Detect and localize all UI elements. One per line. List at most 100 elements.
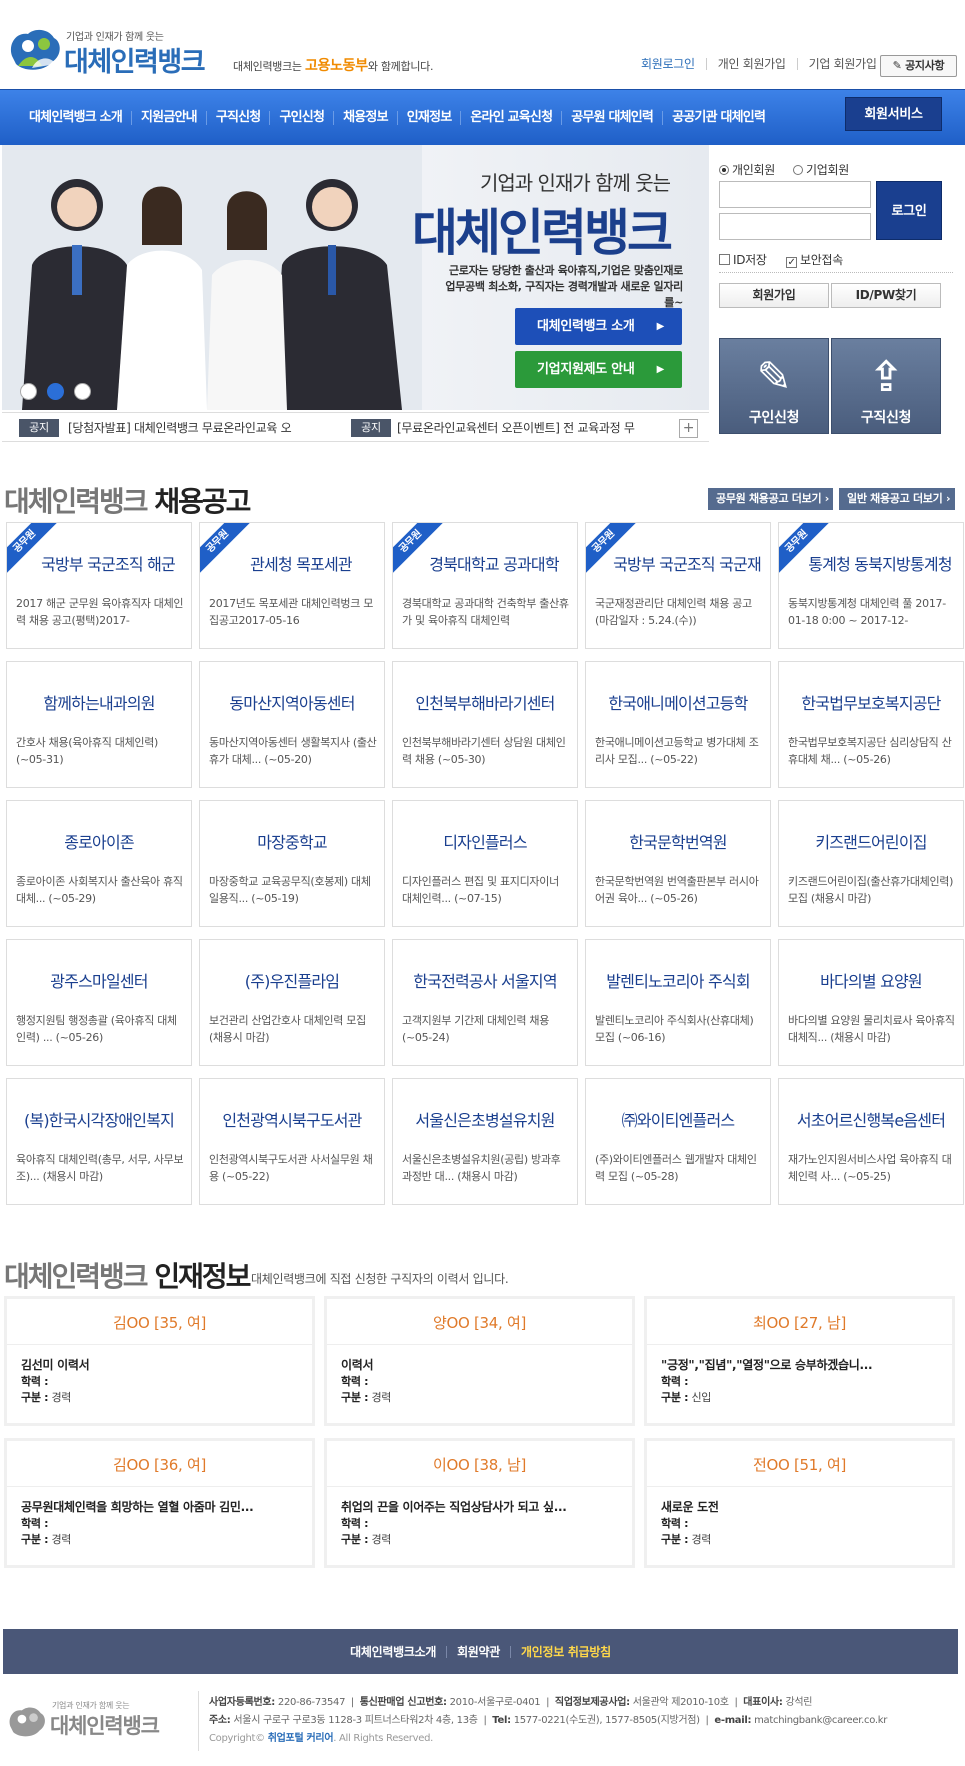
job-card-title[interactable]: 관세청 목포세관 [200, 551, 384, 575]
talent-card[interactable]: 최OO [27, 남] "긍정","집념","열정"으로 승부하겠습니... 학력 … [644, 1296, 955, 1426]
join-button[interactable]: 회원가입 [719, 283, 829, 308]
nav-subsidy[interactable]: 지원금안내 [131, 111, 206, 125]
job-card-title[interactable]: 발렌티노코리아 주식회 [586, 968, 770, 992]
general-jobs-more-button[interactable]: 일반 채용공고 더보기 › [839, 488, 955, 510]
job-card-title[interactable]: 바다의별 요양원 [779, 968, 963, 992]
job-card[interactable]: 인천북부해바라기센터 인천북부해바라기센터 상담원 대체인력 채용 (~05-30… [392, 661, 578, 788]
job-card[interactable]: 종로아이존 종로아이존 사회복지사 출산육아 휴직 대체... (~05-29) [6, 800, 192, 927]
nav-online-edu[interactable]: 온라인 교육신청 [460, 111, 561, 125]
job-card-title[interactable]: 한국전력공사 서울지역 [393, 968, 577, 992]
notice-item[interactable]: [무료온라인교육센터 오픈이벤트] 전 교육과정 무 [397, 419, 659, 436]
nav-talent-info[interactable]: 인재정보 [396, 111, 461, 125]
talent-card[interactable]: 김OO [35, 여] 김선미 이력서 학력 : 구분 : 경력 [4, 1296, 315, 1426]
job-card-title[interactable]: 한국문학번역원 [586, 829, 770, 853]
talent-resume-title[interactable]: 공무원대체인력을 희망하는 열혈 아줌마 김민... [21, 1498, 254, 1515]
notice-button[interactable]: ✎ 공지사항 [880, 55, 957, 77]
job-card[interactable]: 광주스마일센터 행정지원팀 행정총괄 (육아휴직 대체인력) ... (~05-2… [6, 939, 192, 1066]
slide-dot-2[interactable] [47, 383, 64, 400]
nav-job-seek[interactable]: 구직신청 [205, 111, 270, 125]
nav-job-info[interactable]: 채용정보 [333, 111, 397, 125]
nav-recruit[interactable]: 구인신청 [269, 111, 333, 125]
job-card-title[interactable]: 경북대학교 공과대학 [393, 551, 577, 575]
find-id-pw-button[interactable]: ID/PW찾기 [831, 283, 941, 308]
job-card[interactable]: 함께하는내과의원 간호사 채용(육아휴직 대체인력) (~05-31) [6, 661, 192, 788]
job-card[interactable]: 공무원 국방부 국군조직 국군재 국군재정관리단 대체인력 채용 공고(마감일자 :… [585, 522, 771, 649]
job-card[interactable]: 인천광역시북구도서관 인천광역시북구도서관 사서실무원 채용 (~05-22) [199, 1078, 385, 1205]
job-card-title[interactable]: 광주스마일센터 [7, 968, 191, 992]
save-id-checkbox[interactable]: ID저장 [719, 251, 767, 268]
job-card-title[interactable]: ㈜와이티엔플러스 [586, 1107, 770, 1131]
job-card[interactable]: 서울신은초병설유치원 서울신은초병설유치원(공립) 방과후과정반 대... (채용… [392, 1078, 578, 1205]
job-apply-button[interactable]: ⇪ 구직신청 [831, 338, 941, 434]
job-card-title[interactable]: (복)한국시각장애인복지 [7, 1107, 191, 1131]
talent-resume-title[interactable]: 새로운 도전 [661, 1498, 719, 1515]
job-card[interactable]: 발렌티노코리아 주식회 발렌티노코리아 주식회사(산휴대체) 모집 (~06-16… [585, 939, 771, 1066]
job-card-title[interactable]: 동마산지역아동센터 [200, 690, 384, 714]
job-card-title[interactable]: 국방부 국군조직 해군 [7, 551, 191, 575]
job-card[interactable]: 한국문학번역원 한국문학번역원 번역출판본부 러시아어권 육아... (~05-2… [585, 800, 771, 927]
job-card-title[interactable]: 서초어르신행복e음센터 [779, 1107, 963, 1131]
job-card[interactable]: 한국법무보호복지공단 한국법무보호복지공단 심리상담직 산휴대체 채... (~0… [778, 661, 964, 788]
password-input[interactable] [719, 213, 871, 240]
site-logo[interactable]: 기업과 인재가 함께 웃는 대체인력뱅크 [6, 22, 226, 80]
talent-resume-title[interactable]: 취업의 끈을 이어주는 직업상담사가 되고 싶... [341, 1498, 567, 1515]
member-login-link[interactable]: 회원로그인 [630, 58, 706, 70]
job-card[interactable]: 디자인플러스 디자인플러스 편집 및 표지디자이너 대체인력... (~07-15… [392, 800, 578, 927]
job-card-title[interactable]: 인천광역시북구도서관 [200, 1107, 384, 1131]
personal-join-link[interactable]: 개인 회원가입 [705, 58, 797, 70]
secure-login-checkbox[interactable]: ✓ 보안접속 [786, 251, 843, 268]
job-card-title[interactable]: 함께하는내과의원 [7, 690, 191, 714]
talent-resume-title[interactable]: "긍정","집념","열정"으로 승부하겠습니... [661, 1356, 873, 1373]
hero-support-button[interactable]: 기업지원제도 안내 ▶ [515, 351, 682, 388]
nav-intro[interactable]: 대체인력뱅크 소개 [20, 111, 131, 125]
job-card[interactable]: 공무원 통계청 동북지방통계청 동북지방통계청 대체인력 풀 2017-01-18 … [778, 522, 964, 649]
job-card-title[interactable]: 디자인플러스 [393, 829, 577, 853]
nav-public-agency[interactable]: 공공기관 대체인력 [662, 111, 774, 125]
talent-resume-title[interactable]: 김선미 이력서 [21, 1356, 90, 1373]
job-card[interactable]: 키즈랜드어린이집 키즈랜드어린이집(출산휴가대체인력) 모집 (채용시 마감) [778, 800, 964, 927]
job-card-title[interactable]: 서울신은초병설유치원 [393, 1107, 577, 1131]
radio-company[interactable]: 기업회원 [793, 161, 849, 178]
radio-personal[interactable]: 개인회원 [719, 161, 775, 178]
job-card[interactable]: 한국애니메이션고등학 한국애니메이션고등학교 병가대체 조리사 모집... (~0… [585, 661, 771, 788]
job-card[interactable]: 한국전력공사 서울지역 고객지원부 기간제 대체인력 채용 (~05-24) [392, 939, 578, 1066]
job-card-title[interactable]: 인천북부해바라기센터 [393, 690, 577, 714]
job-card[interactable]: ㈜와이티엔플러스 (주)와이티엔플러스 웹개발자 대체인력 모집 (~05-28) [585, 1078, 771, 1205]
id-input[interactable] [719, 181, 871, 208]
hero-intro-button[interactable]: 대체인력뱅크 소개 ▶ [515, 308, 682, 345]
job-card[interactable]: 공무원 국방부 국군조직 해군 2017 해군 군무원 육아휴직자 대체인력 채용 … [6, 522, 192, 649]
notice-item[interactable]: [당첨자발표] 대체인력뱅크 무료온라인교육 오 [68, 419, 318, 436]
footer-intro-link[interactable]: 대체인력뱅크소개 [340, 1646, 446, 1658]
footer-privacy-link[interactable]: 개인정보 취급방침 [510, 1645, 621, 1658]
job-card-title[interactable]: 마장중학교 [200, 829, 384, 853]
job-card[interactable]: (복)한국시각장애인복지 육아휴직 대체인력(총무, 서무, 사무보조)... (… [6, 1078, 192, 1205]
company-join-link[interactable]: 기업 회원가입 [796, 58, 888, 70]
job-card[interactable]: (주)우진플라임 보건관리 산업간호사 대체인력 모집 (채용시 마감) [199, 939, 385, 1066]
job-card[interactable]: 바다의별 요양원 바다의별 요양원 물리치료사 육아휴직 대체직... (채용시 … [778, 939, 964, 1066]
job-card[interactable]: 공무원 경북대학교 공과대학 경북대학교 공과대학 건축학부 출산휴가 및 육아휴직… [392, 522, 578, 649]
job-card[interactable]: 서초어르신행복e음센터 재가노인지원서비스사업 육아휴직 대체인력 사... (~… [778, 1078, 964, 1205]
job-card[interactable]: 공무원 관세청 목포세관 2017년도 목포세관 대체인력벙크 모집공고2017-0… [199, 522, 385, 649]
job-card-title[interactable]: (주)우진플라임 [200, 968, 384, 992]
talent-card[interactable]: 전OO [51, 여] 새로운 도전 학력 : 구분 : 경력 [644, 1438, 955, 1568]
slide-dot-1[interactable] [20, 383, 37, 400]
talent-card[interactable]: 양OO [34, 여] 이력서 학력 : 구분 : 경력 [324, 1296, 635, 1426]
login-button[interactable]: 로그인 [876, 181, 942, 240]
job-card-title[interactable]: 종로아이존 [7, 829, 191, 853]
recruit-apply-button[interactable]: ✎ 구인신청 [719, 338, 829, 434]
nav-public-servant[interactable]: 공무원 대체인력 [561, 111, 662, 125]
talent-card[interactable]: 이OO [38, 남] 취업의 끈을 이어주는 직업상담사가 되고 싶... 학력 … [324, 1438, 635, 1568]
slide-dot-3[interactable] [74, 383, 91, 400]
job-card-title[interactable]: 한국법무보호복지공단 [779, 690, 963, 714]
talent-card[interactable]: 김OO [36, 여] 공무원대체인력을 희망하는 열혈 아줌마 김민... 학력 … [4, 1438, 315, 1568]
talent-resume-title[interactable]: 이력서 [341, 1356, 374, 1373]
job-card-title[interactable]: 한국애니메이션고등학 [586, 690, 770, 714]
plus-icon[interactable]: + [679, 419, 698, 438]
job-card[interactable]: 마장중학교 마장중학교 교육공무직(호봉제) 대체 일용직... (~05-19) [199, 800, 385, 927]
job-card-title[interactable]: 국방부 국군조직 국군재 [586, 551, 770, 575]
job-card-title[interactable]: 통계청 동북지방통계청 [779, 551, 963, 575]
footer-terms-link[interactable]: 회원약관 [446, 1645, 510, 1658]
job-card[interactable]: 동마산지역아동센터 동마산지역아동센터 생활복지사 (출산휴가 대체... (~0… [199, 661, 385, 788]
job-card-title[interactable]: 키즈랜드어린이집 [779, 829, 963, 853]
public-jobs-more-button[interactable]: 공무원 채용공고 더보기 › [708, 488, 833, 510]
